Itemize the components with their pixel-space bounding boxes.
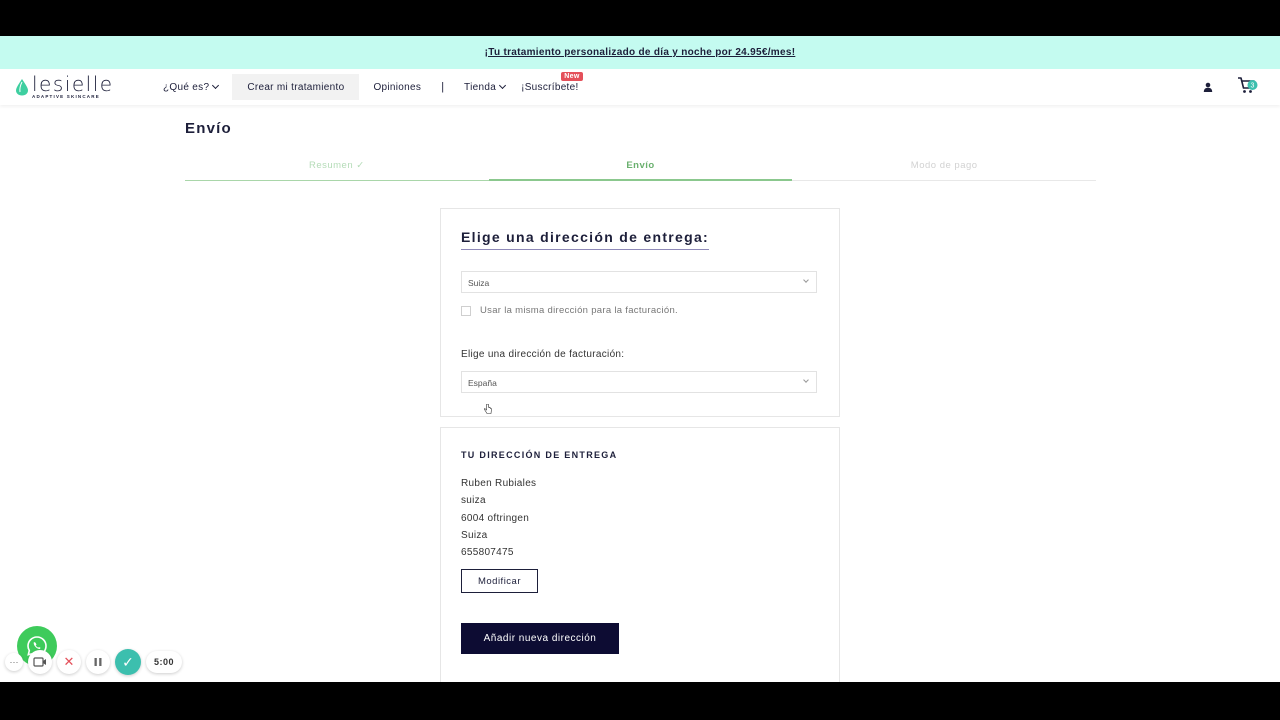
add-address-button[interactable]: Añadir nueva dirección (461, 623, 619, 654)
chevron-down-icon (499, 81, 507, 90)
page-title: Envío (185, 120, 232, 137)
delivery-address-summary-card: TU DIRECCIÓN DE ENTREGA Ruben Rubiales s… (440, 427, 840, 682)
cancel-recording-icon[interactable]: ✕ (57, 650, 81, 674)
billing-select-value: España (468, 378, 497, 388)
chevron-down-icon (212, 81, 220, 90)
chevron-down-icon (803, 377, 809, 383)
address-line-street: suiza (461, 495, 486, 507)
nav-suscribete-label: ¡Suscríbete! (521, 81, 579, 93)
same-billing-option[interactable]: Usar la misma dirección para la facturac… (461, 305, 678, 316)
brand-logo[interactable]: lesielle ADAPTIVE SKINCARE (15, 72, 114, 99)
cart-button[interactable]: 3 (1237, 76, 1259, 96)
screen-recorder-toolbar: ··· ✕ ✓ 5:00 (5, 649, 183, 675)
recording-timer: 5:00 (146, 651, 183, 673)
checkout-steps: Resumen ✓ Envío Modo de pago (185, 154, 1096, 181)
nav-separator: | (441, 81, 445, 93)
delivery-heading: Elige una dirección de entrega: (461, 229, 710, 250)
hand-cursor-icon (484, 404, 492, 414)
cart-icon: 3 (1238, 77, 1258, 93)
delivery-select-value: Suiza (468, 278, 490, 288)
address-line-city: 6004 oftringen (461, 512, 530, 524)
step-modo-pago[interactable]: Modo de pago (792, 154, 1096, 180)
chevron-down-icon (803, 277, 809, 283)
cart-count: 3 (1251, 83, 1255, 90)
step-envio[interactable]: Envío (488, 154, 793, 181)
address-line-name: Ruben Rubiales (461, 478, 537, 489)
modify-address-button[interactable]: Modificar (461, 569, 538, 593)
main-nav: ¿Qué es? Crear mi tratamiento Opiniones … (155, 72, 587, 102)
new-badge: New (561, 72, 583, 81)
same-billing-label: Usar la misma dirección para la facturac… (480, 305, 678, 316)
leaf-drop-icon (16, 79, 28, 96)
billing-label: Elige una dirección de facturación: (461, 349, 625, 360)
nav-suscribete[interactable]: ¡Suscríbete! New (513, 72, 587, 100)
logo-wordmark: lesielle (32, 72, 114, 96)
nav-opiniones[interactable]: Opiniones (365, 74, 429, 100)
camera-toggle-icon[interactable] (28, 650, 52, 674)
nav-tienda-label: Tienda (464, 81, 497, 93)
user-icon[interactable] (1203, 82, 1213, 92)
step-resumen[interactable]: Resumen ✓ (185, 154, 489, 181)
delivery-address-card: Elige una dirección de entrega: Suiza Us… (440, 208, 840, 417)
finish-recording-icon[interactable]: ✓ (115, 649, 141, 675)
address-heading: TU DIRECCIÓN DE ENTREGA (461, 450, 618, 460)
site-header: lesielle ADAPTIVE SKINCARE ¿Qué es? Crea… (0, 69, 1280, 105)
address-lines: Ruben Rubiales suiza 6004 oftringen Suiz… (461, 475, 536, 561)
promo-banner: ¡Tu tratamiento personalizado de día y n… (0, 36, 1280, 69)
pause-icon[interactable] (86, 650, 110, 674)
address-line-country: Suiza (461, 529, 488, 541)
same-billing-checkbox[interactable] (461, 305, 471, 316)
browser-viewport: ¡Tu tratamiento personalizado de día y n… (0, 36, 1280, 682)
nav-tienda[interactable]: Tienda (456, 74, 513, 100)
nav-crear-tratamiento[interactable]: Crear mi tratamiento (232, 74, 360, 100)
address-line-phone: 655807475 (461, 547, 514, 559)
promo-link[interactable]: ¡Tu tratamiento personalizado de día y n… (485, 47, 796, 58)
billing-address-select[interactable]: España (461, 371, 817, 393)
nav-que-es[interactable]: ¿Qué es? (155, 74, 226, 100)
nav-que-es-label: ¿Qué es? (163, 81, 210, 93)
more-options-icon[interactable]: ··· (5, 653, 23, 671)
delivery-address-select[interactable]: Suiza (461, 271, 817, 293)
